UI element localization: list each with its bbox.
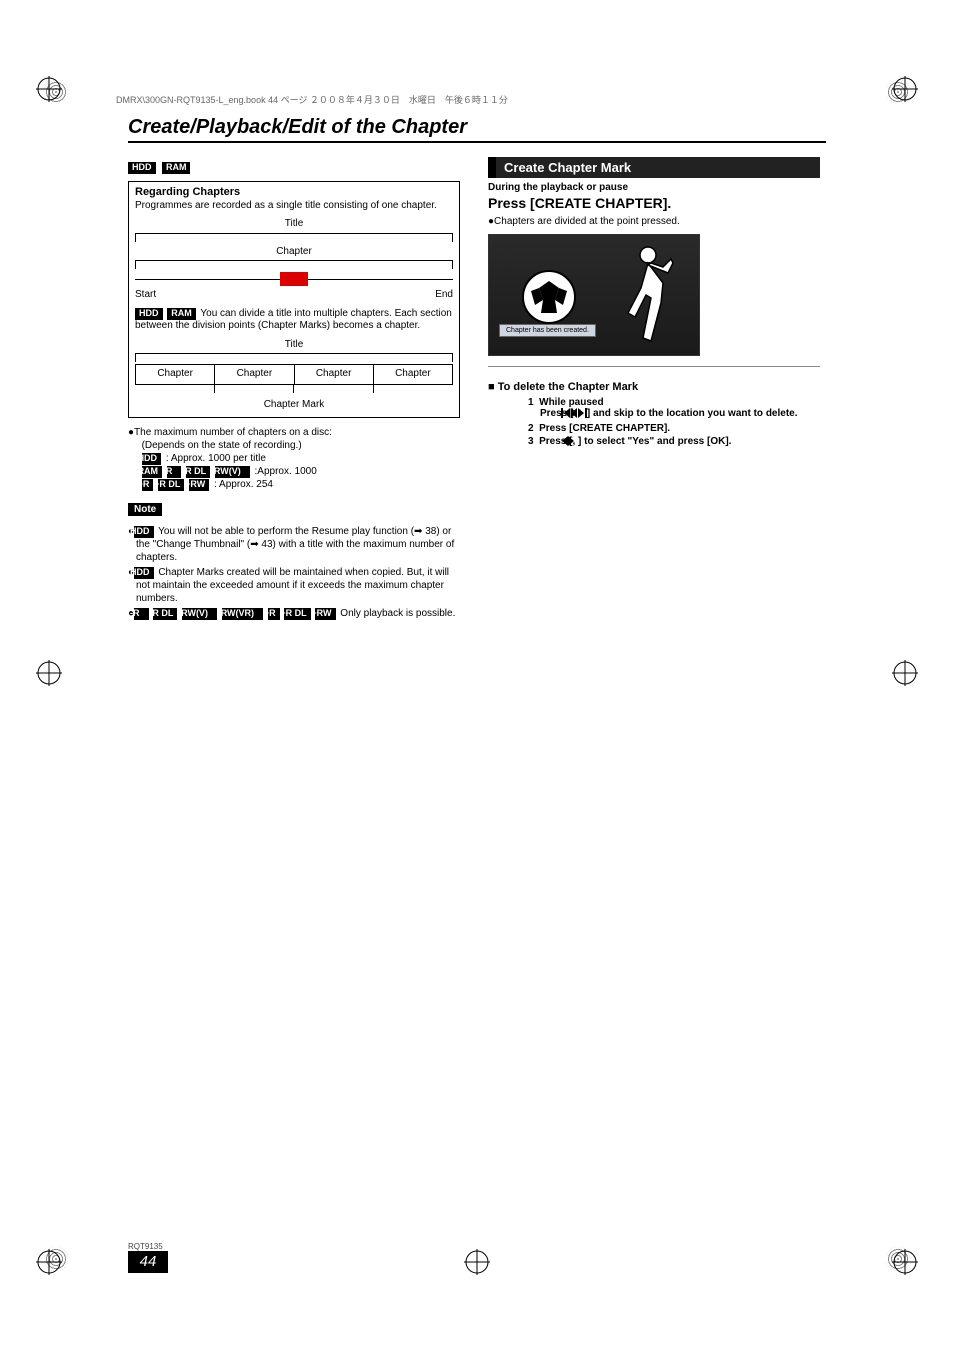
divide-text: HDD RAM You can divide a title into mult… [135, 308, 453, 333]
media-badges: HDD RAM [128, 157, 460, 175]
diagram-single: Title Chapter Start End [135, 218, 453, 302]
crop-mark [892, 660, 918, 686]
badge-rdl: -R DL [186, 466, 210, 478]
badge-r: -R [167, 466, 182, 478]
diagram-multi: Title Chapter Chapter Chapter Chapter Ch… [135, 339, 453, 412]
badge-hdd: HDD [128, 162, 156, 174]
delete-steps: 1 While paused Press [ , ] and skip to t… [488, 397, 820, 449]
badge-plus-r: +R [142, 479, 154, 491]
crop-mark [892, 76, 918, 102]
note-text: ●HDD You will not be able to perform the… [128, 525, 460, 620]
chapter-mark-label: Chapter Mark [135, 399, 453, 412]
box-intro: Programmes are recorded as a single titl… [135, 200, 453, 213]
playhead-marker [280, 272, 308, 286]
badge-r: -R [134, 608, 149, 620]
diagram-chapter-label: Chapter [135, 246, 453, 259]
box-title: Regarding Chapters [135, 186, 453, 200]
badge-plus-r: +R [268, 608, 280, 620]
page-title: Create/Playback/Edit of the Chapter [128, 116, 826, 139]
footer-code: RQT9135 [128, 1242, 163, 1251]
print-header-line: DMRX\300GN-RQT9135-L_eng.book 44 ページ ２００… [116, 93, 508, 106]
crop-mark [892, 1249, 918, 1275]
badge-plus-rw: +RW [189, 479, 209, 491]
badge-plus-rdl: +R DL [284, 608, 310, 620]
diagram-title-label: Title [135, 218, 453, 231]
note-label: Note [128, 503, 162, 516]
limits-text: ●The maximum number of chapters on a dis… [128, 426, 460, 491]
badge-ram: RAM [162, 162, 191, 174]
diagram-title-label: Title [135, 339, 453, 352]
badge-ram: RAM [142, 466, 163, 478]
title-underline [128, 141, 826, 143]
player-icon [613, 243, 683, 353]
crop-mark [464, 1249, 490, 1275]
instruction: Press [CREATE CHAPTER]. [488, 195, 820, 211]
badge-rwv: -RW(V) [215, 466, 250, 478]
badge-plus-rw: +RW [315, 608, 335, 620]
badge-plus-rdl: +R DL [158, 479, 184, 491]
crop-mark [36, 76, 62, 102]
divided-text: Chapters are divided at the point presse… [494, 216, 680, 227]
delete-title: ■ To delete the Chapter Mark [488, 381, 820, 393]
badge-rdl: -R DL [153, 608, 177, 620]
end-label: End [435, 289, 453, 302]
badge-hdd: HDD [134, 567, 154, 579]
section-header: Create Chapter Mark [488, 157, 820, 178]
badge-hdd: HDD [134, 526, 154, 538]
chapter-cell: Chapter [373, 364, 453, 385]
crop-mark [36, 660, 62, 686]
page-number: 44 [128, 1251, 168, 1273]
badge-rwvr: -RW(VR) [222, 608, 263, 620]
start-label: Start [135, 289, 156, 302]
tv-screenshot: Chapter has been created. [488, 234, 700, 356]
badge-hdd: HDD [142, 453, 162, 465]
badge-rwv: -RW(V) [182, 608, 217, 620]
chapter-cell: Chapter [294, 364, 374, 385]
chapter-cell: Chapter [214, 364, 294, 385]
badge-ram: RAM [167, 308, 196, 320]
badge-hdd: HDD [135, 308, 163, 320]
osd-message: Chapter has been created. [499, 324, 596, 337]
soccer-ball-icon [519, 267, 579, 327]
chapter-cell: Chapter [135, 364, 215, 385]
sub-heading: During the playback or pause [488, 182, 820, 193]
crop-mark [36, 1249, 62, 1275]
regarding-chapters-box: Regarding Chapters Programmes are record… [128, 181, 460, 418]
